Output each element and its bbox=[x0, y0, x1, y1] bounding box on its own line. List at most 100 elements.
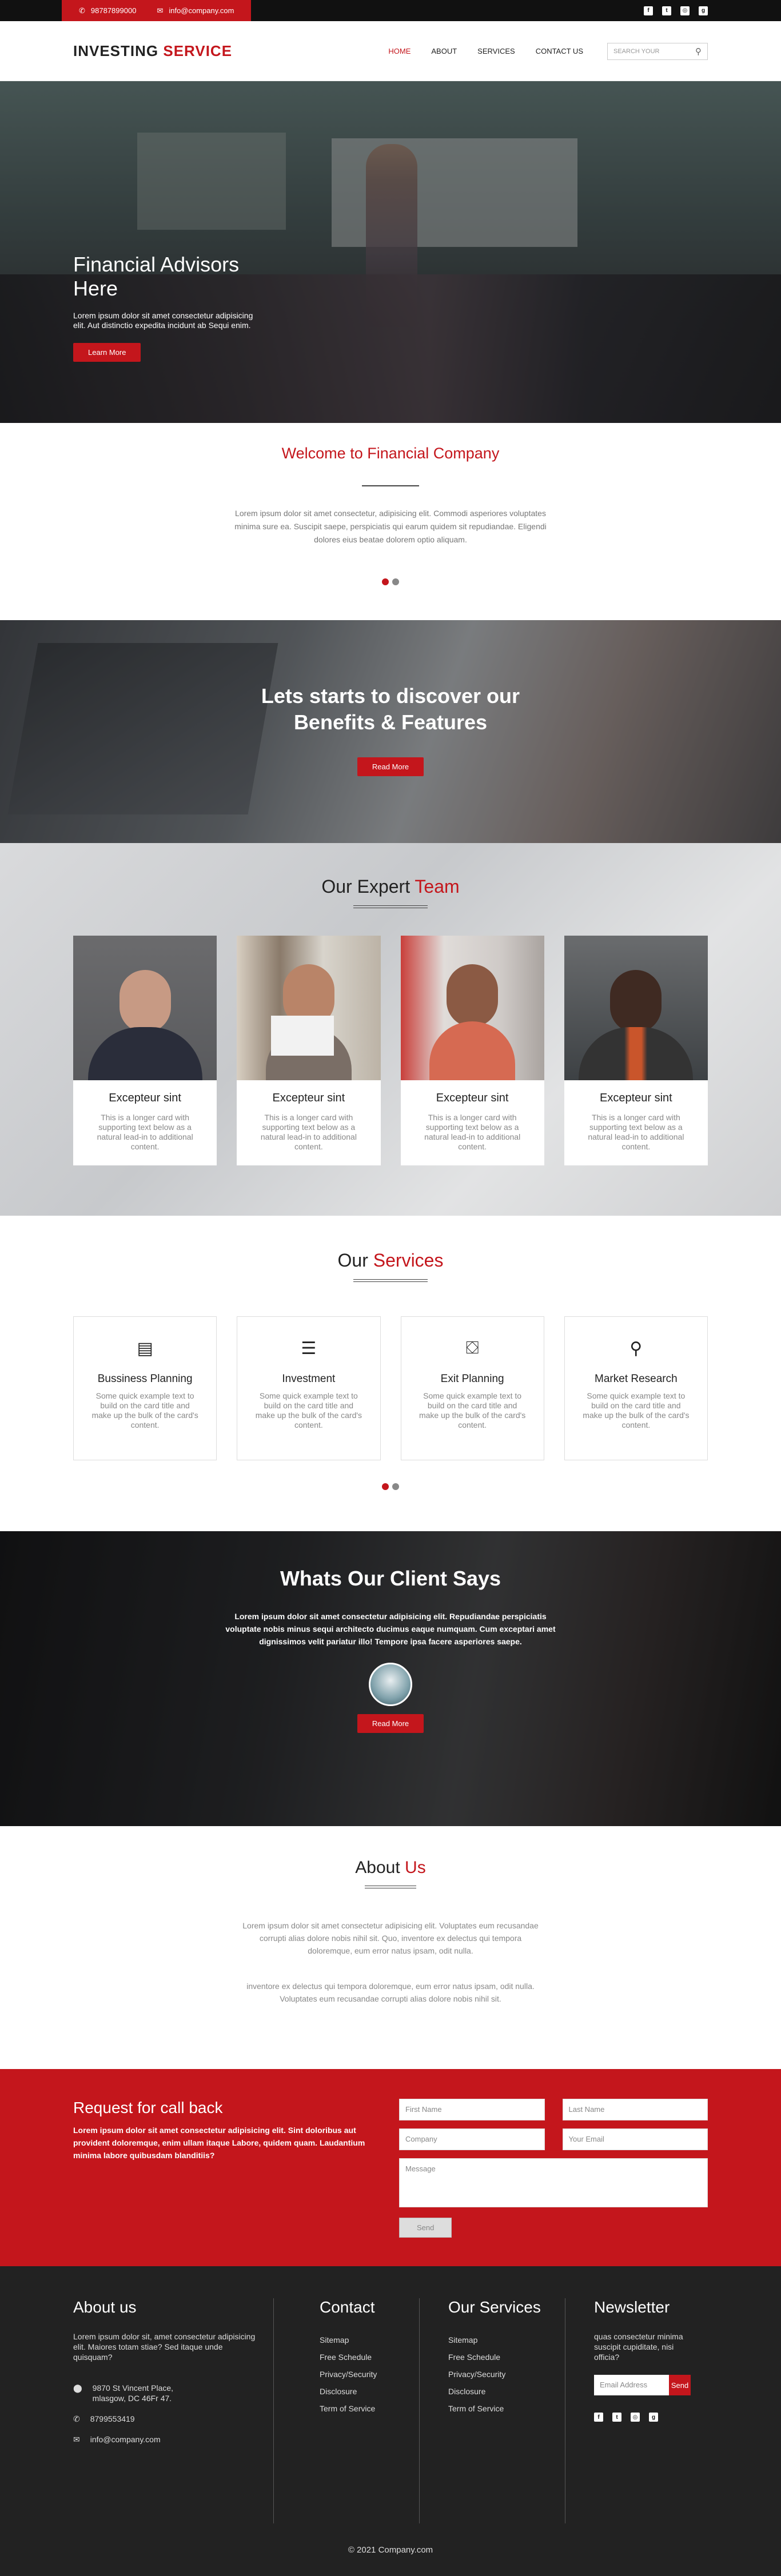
avatar bbox=[369, 1663, 412, 1706]
service-title: Market Research bbox=[595, 1373, 678, 1385]
nav-about[interactable]: ABOUT bbox=[431, 47, 457, 55]
team-card[interactable]: Excepteur sint This is a longer card wit… bbox=[237, 936, 381, 1165]
welcome-section: Welcome to Financial Company Lorem ipsum… bbox=[0, 423, 781, 620]
twitter-icon[interactable]: t bbox=[612, 2413, 621, 2422]
photo-shirt bbox=[429, 1021, 516, 1080]
email-field[interactable]: Your Email bbox=[562, 2128, 708, 2150]
welcome-title: Welcome to Financial Company bbox=[281, 445, 500, 462]
carousel-dots bbox=[0, 578, 781, 585]
hero-title: Financial Advisors Here bbox=[73, 253, 240, 300]
nav-contact[interactable]: CONTACT US bbox=[536, 47, 583, 55]
footer-link-sitemap[interactable]: Sitemap bbox=[320, 2331, 402, 2349]
benefits-read-more-button[interactable]: Read More bbox=[357, 757, 424, 776]
logo-text-primary: INVESTING bbox=[73, 42, 159, 59]
footer-link-privacy[interactable]: Privacy/Security bbox=[320, 2366, 402, 2383]
photo-face bbox=[610, 970, 662, 1033]
phone-item[interactable]: ✆ 98787899000 bbox=[79, 6, 136, 15]
logo[interactable]: INVESTING SERVICE bbox=[73, 42, 232, 60]
search-placeholder: SEARCH YOUR bbox=[613, 47, 660, 55]
testimonial-read-more-button[interactable]: Read More bbox=[357, 1714, 424, 1733]
footer-link-privacy[interactable]: Privacy/Security bbox=[448, 2366, 548, 2383]
facebook-icon[interactable]: f bbox=[644, 6, 653, 15]
carousel-dot-2[interactable] bbox=[392, 1483, 399, 1490]
message-field[interactable]: Message bbox=[399, 2158, 708, 2207]
carousel-dot-2[interactable] bbox=[392, 578, 399, 585]
newsletter-send-button[interactable]: Send bbox=[669, 2375, 691, 2395]
last-name-field[interactable]: Last Name bbox=[562, 2099, 708, 2120]
team-title: Our Expert Team bbox=[73, 876, 708, 897]
callback-section: Request for call back Lorem ipsum dolor … bbox=[0, 2069, 781, 2266]
learn-more-button[interactable]: Learn More bbox=[73, 343, 141, 362]
instagram-icon[interactable]: ◎ bbox=[680, 6, 690, 15]
team-member-photo bbox=[237, 936, 381, 1080]
search-icon[interactable]: ⚲ bbox=[695, 46, 702, 57]
benefits-content: Lets starts to discover our Benefits & F… bbox=[0, 683, 781, 776]
services-title-accent: Services bbox=[373, 1250, 444, 1271]
photo-laptop bbox=[271, 1016, 334, 1056]
facebook-icon[interactable]: f bbox=[594, 2413, 603, 2422]
twitter-icon[interactable]: t bbox=[662, 6, 671, 15]
footer-services: Our Services Sitemap Free Schedule Priva… bbox=[419, 2298, 565, 2523]
service-card[interactable]: ⛋ Exit Planning Some quick example text … bbox=[400, 1316, 544, 1460]
callback-form: First Name Last Name Company Your Email … bbox=[399, 2099, 708, 2238]
email-item[interactable]: ✉ info@company.com bbox=[157, 6, 234, 15]
company-field[interactable]: Company bbox=[399, 2128, 545, 2150]
instagram-icon[interactable]: ◎ bbox=[631, 2413, 640, 2422]
team-card[interactable]: Excepteur sint This is a longer card wit… bbox=[73, 936, 217, 1165]
about-section: About Us Lorem ipsum dolor sit amet cons… bbox=[0, 1826, 781, 2069]
callback-info: Request for call back Lorem ipsum dolor … bbox=[73, 2099, 370, 2238]
service-text: Some quick example text to build on the … bbox=[255, 1391, 362, 1429]
about-text-1: Lorem ipsum dolor sit amet consectetur a… bbox=[242, 1921, 539, 1955]
testimonial-text: Lorem ipsum dolor sit amet consectetur a… bbox=[225, 1612, 556, 1646]
social-links: f t ◎ g bbox=[644, 6, 708, 15]
main-nav: HOME ABOUT SERVICES CONTACT US SEARCH YO… bbox=[388, 42, 708, 60]
phone-icon: ✆ bbox=[73, 2414, 80, 2423]
callback-text: Lorem ipsum dolor sit amet consectetur a… bbox=[73, 2126, 365, 2160]
search-input[interactable]: SEARCH YOUR ⚲ bbox=[607, 42, 708, 60]
carousel-dot-1[interactable] bbox=[382, 578, 389, 585]
nav-home[interactable]: HOME bbox=[388, 47, 411, 55]
footer-phone[interactable]: ✆ 8799553419 bbox=[73, 2414, 256, 2424]
team-card[interactable]: Excepteur sint This is a longer card wit… bbox=[400, 936, 544, 1165]
team-title-primary: Our Expert bbox=[321, 876, 411, 897]
footer-about-title: About us bbox=[73, 2298, 137, 2316]
footer-link-disclosure[interactable]: Disclosure bbox=[448, 2383, 548, 2400]
divider bbox=[362, 485, 419, 486]
footer-link-terms[interactable]: Term of Service bbox=[448, 2400, 548, 2417]
service-card[interactable]: ⚲ Market Research Some quick example tex… bbox=[564, 1316, 708, 1460]
photo-shirt bbox=[579, 1027, 694, 1080]
about-title-primary: About bbox=[355, 1858, 400, 1877]
footer-link-free-schedule[interactable]: Free Schedule bbox=[320, 2349, 402, 2366]
about-title-accent: Us bbox=[405, 1858, 426, 1877]
googleplus-icon[interactable]: g bbox=[699, 6, 708, 15]
first-name-field[interactable]: First Name bbox=[399, 2099, 545, 2120]
team-member-name: Excepteur sint bbox=[109, 1092, 181, 1104]
footer-address: ⬤ 9870 St Vincent Place, mlasgow, DC 46F… bbox=[73, 2383, 256, 2403]
send-button[interactable]: Send bbox=[399, 2218, 452, 2238]
coins-icon: ☰ bbox=[301, 1339, 317, 1358]
research-icon: ⚲ bbox=[629, 1339, 643, 1358]
copyright: © 2021 Company.com bbox=[0, 2523, 781, 2576]
callback-title: Request for call back bbox=[73, 2099, 223, 2116]
service-card[interactable]: ☰ Investment Some quick example text to … bbox=[237, 1316, 381, 1460]
footer-link-disclosure[interactable]: Disclosure bbox=[320, 2383, 402, 2400]
carousel-dot-1[interactable] bbox=[382, 1483, 389, 1490]
footer-link-sitemap[interactable]: Sitemap bbox=[448, 2331, 548, 2349]
phone-icon: ✆ bbox=[79, 6, 85, 15]
testimonial-content: Whats Our Client Says Lorem ipsum dolor … bbox=[0, 1567, 781, 1733]
footer-link-free-schedule[interactable]: Free Schedule bbox=[448, 2349, 548, 2366]
benefits-title: Lets starts to discover our Benefits & F… bbox=[0, 683, 781, 736]
mail-icon: ✉ bbox=[73, 2435, 80, 2444]
nav-services[interactable]: SERVICES bbox=[477, 47, 515, 55]
newsletter-email-input[interactable]: Email Address bbox=[594, 2375, 670, 2395]
team-card[interactable]: Excepteur sint This is a longer card wit… bbox=[564, 936, 708, 1165]
footer-link-terms[interactable]: Term of Service bbox=[320, 2400, 402, 2417]
team-member-photo bbox=[400, 936, 544, 1080]
contact-strip: ✆ 98787899000 ✉ info@company.com bbox=[62, 0, 252, 21]
googleplus-icon[interactable]: g bbox=[649, 2413, 658, 2422]
document-icon: ▤ bbox=[137, 1339, 153, 1358]
footer-email[interactable]: ✉ info@company.com bbox=[73, 2434, 256, 2445]
about-text-2: inventore ex delectus qui tempora dolore… bbox=[246, 1982, 535, 2003]
footer-contact-title: Contact bbox=[320, 2298, 375, 2316]
service-card[interactable]: ▤ Bussiness Planning Some quick example … bbox=[73, 1316, 217, 1460]
